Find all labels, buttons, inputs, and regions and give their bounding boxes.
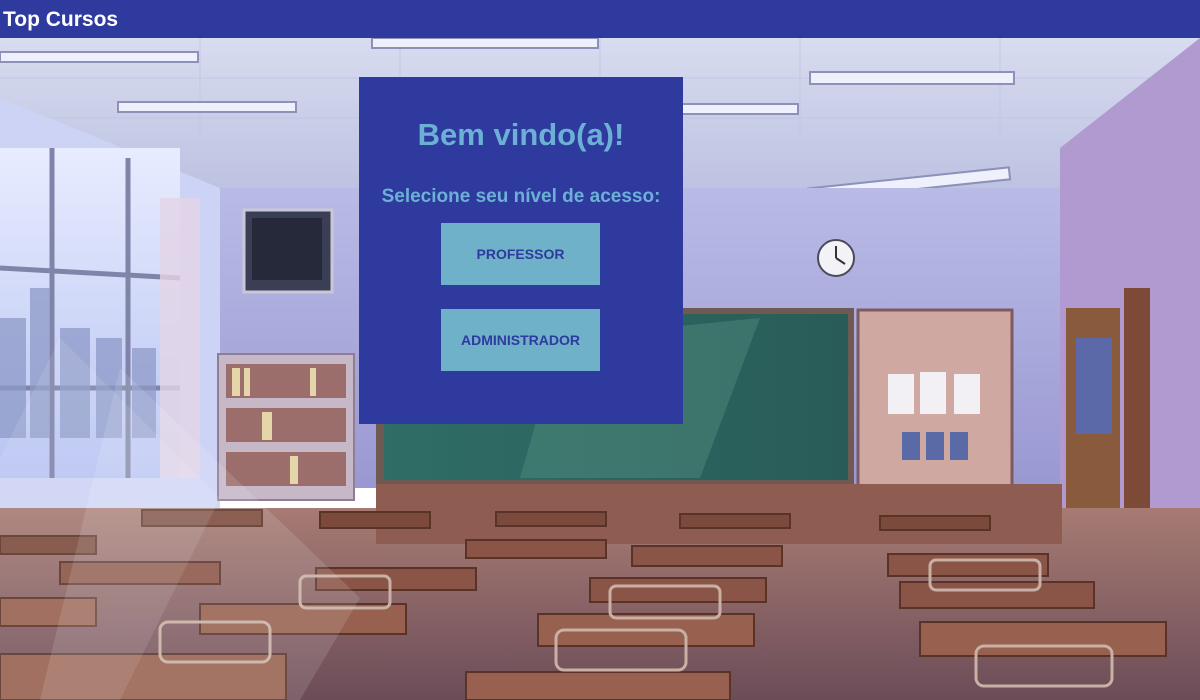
administrator-button[interactable]: ADMINISTRADOR [441,309,600,371]
app-title: Top Cursos [3,7,119,31]
welcome-heading: Bem vindo(a)! [417,117,625,152]
top-bar: Top Cursos [0,0,1200,38]
access-level-prompt: Selecione seu nível de acesso: [381,186,661,207]
access-panel: Bem vindo(a)! Selecione seu nível de ace… [359,77,683,424]
professor-button[interactable]: PROFESSOR [441,223,600,285]
